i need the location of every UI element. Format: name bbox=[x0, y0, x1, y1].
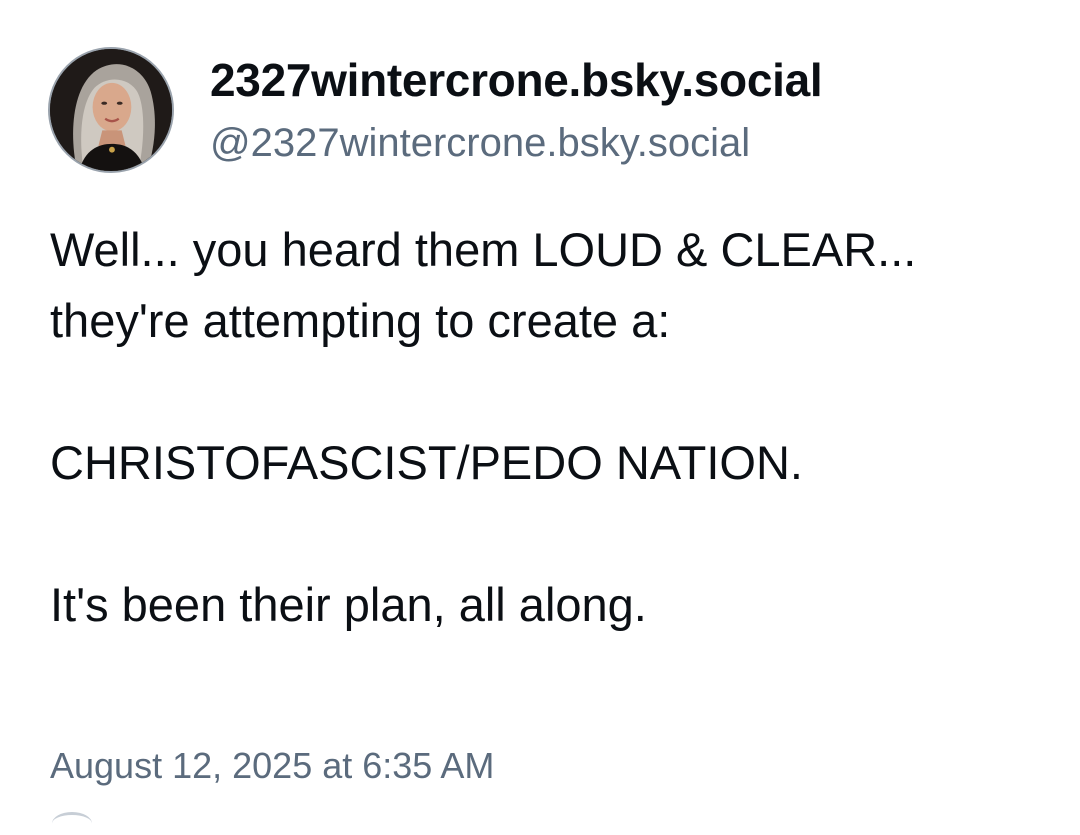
reply-icon[interactable] bbox=[52, 812, 92, 835]
post-card: 2327wintercrone.bsky.social @2327winterc… bbox=[0, 0, 1080, 818]
avatar-photo-icon bbox=[50, 49, 172, 171]
post-text-paragraph: Well... you heard them LOUD & CLEAR... t… bbox=[50, 223, 917, 347]
author-avatar[interactable] bbox=[48, 47, 174, 173]
post-timestamp: August 12, 2025 at 6:35 AM bbox=[50, 745, 495, 786]
post-text-paragraph: It's been their plan, all along. bbox=[50, 578, 647, 631]
author-display-name[interactable]: 2327wintercrone.bsky.social bbox=[210, 52, 823, 108]
post-text-paragraph: CHRISTOFASCIST/PEDO NATION. bbox=[50, 436, 803, 489]
post-text: Well... you heard them LOUD & CLEAR... t… bbox=[50, 214, 1040, 640]
author-handle[interactable]: @2327wintercrone.bsky.social bbox=[210, 118, 750, 168]
